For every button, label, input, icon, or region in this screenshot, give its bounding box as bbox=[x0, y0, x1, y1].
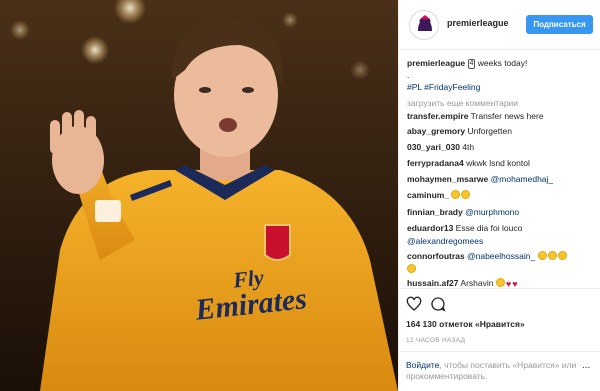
login-link[interactable]: Войдите bbox=[406, 360, 439, 370]
login-prompt: Войдите, чтобы поставить «Нравится» или … bbox=[406, 360, 596, 382]
photo-illustration bbox=[0, 0, 398, 391]
post-photo[interactable]: Fly Emirates bbox=[0, 0, 398, 391]
login-area: Войдите, чтобы поставить «Нравится» или … bbox=[398, 0, 600, 391]
more-options-button[interactable]: ... bbox=[582, 360, 590, 371]
